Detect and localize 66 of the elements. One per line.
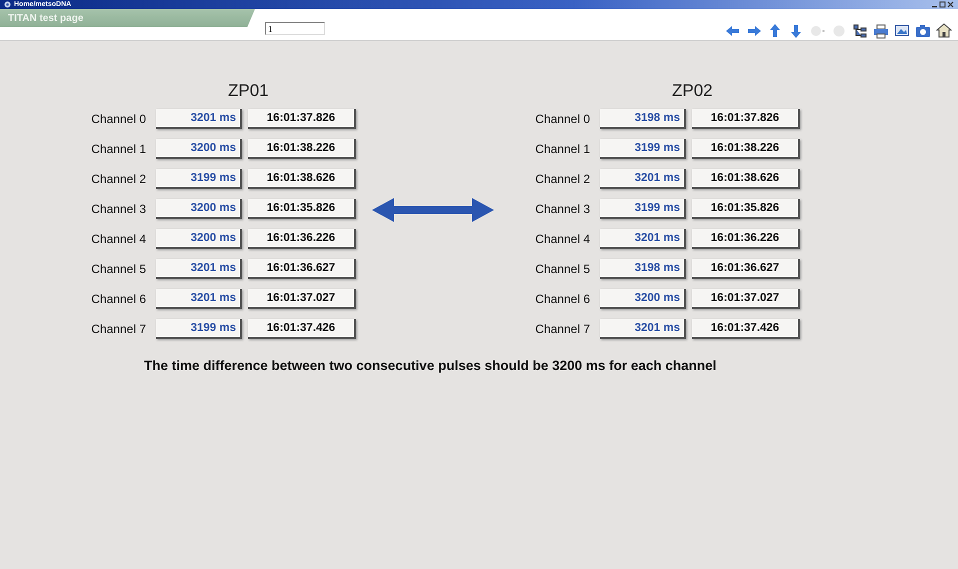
channel-label: Channel 0 [534,112,591,126]
channel-label: Channel 7 [90,322,147,336]
interval-value: 3201 ms [600,169,686,189]
channel-label: Channel 6 [534,292,591,306]
channel-label: Channel 4 [534,232,591,246]
right-arrow-icon[interactable] [746,23,762,39]
interval-value: 3201 ms [600,229,686,249]
interval-value: 3200 ms [156,229,242,249]
timestamp-value: 16:01:35.826 [248,199,356,219]
timestamp-value: 16:01:37.027 [248,289,356,309]
interval-value: 3201 ms [156,289,242,309]
channel-label: Channel 3 [534,202,591,216]
channel-label: Channel 6 [90,292,147,306]
timestamp-value: 16:01:36.226 [248,229,356,249]
timestamp-value: 16:01:36.226 [692,229,800,249]
timestamp-value: 16:01:38.226 [692,139,800,159]
channel-label: Channel 2 [534,172,591,186]
interval-value: 3201 ms [156,109,242,129]
interval-value: 3199 ms [600,139,686,159]
interval-value: 3199 ms [156,319,242,339]
channel-label: Channel 1 [534,142,591,156]
timestamp-value: 16:01:38.626 [692,169,800,189]
timestamp-value: 16:01:37.027 [692,289,800,309]
interval-value: 3201 ms [156,259,242,279]
up-arrow-icon[interactable] [767,23,783,39]
timestamp-value: 16:01:38.226 [248,139,356,159]
channel-label: Channel 7 [534,322,591,336]
timestamp-value: 16:01:37.826 [692,109,800,129]
channel-label: Channel 3 [90,202,147,216]
interval-value: 3200 ms [600,289,686,309]
image-icon[interactable] [894,23,910,39]
left-arrow-icon[interactable] [725,23,741,39]
camera-icon[interactable] [915,23,931,39]
page-title: TITAN test page [0,9,255,27]
printer-icon[interactable] [873,23,889,39]
panel-title: ZP02 [671,81,714,101]
input-field[interactable]: 1 [265,22,325,35]
interval-value: 3199 ms [600,199,686,219]
down-arrow-icon[interactable] [788,23,804,39]
channel-label: Channel 5 [534,262,591,276]
timestamp-value: 16:01:37.426 [248,319,356,339]
panel-title: ZP01 [227,81,270,101]
maximize-icon[interactable] [939,1,946,8]
timestamp-value: 16:01:38.626 [248,169,356,189]
channel-label: Channel 1 [90,142,147,156]
interval-value: 3199 ms [156,169,242,189]
timestamp-value: 16:01:35.826 [692,199,800,219]
interval-value: 3200 ms [156,199,242,219]
interval-value: 3200 ms [156,139,242,159]
timestamp-value: 16:01:36.627 [248,259,356,279]
app-icon [4,1,11,8]
timestamp-value: 16:01:36.627 [692,259,800,279]
timestamp-value: 16:01:37.826 [248,109,356,129]
timestamp-value: 16:01:37.426 [692,319,800,339]
channel-label: Channel 4 [90,232,147,246]
close-icon[interactable] [947,1,954,8]
note-text: The time difference between two consecutive pulses should be 3200 ms for each channel [144,358,718,373]
interval-value: 3198 ms [600,259,686,279]
double-arrow-icon [372,198,494,222]
channel-label: Channel 0 [90,112,147,126]
house-icon[interactable] [936,23,952,39]
interval-value: 3198 ms [600,109,686,129]
channel-label: Channel 5 [90,262,147,276]
interval-value: 3201 ms [600,319,686,339]
tree-icon[interactable] [852,23,868,39]
channel-label: Channel 2 [90,172,147,186]
